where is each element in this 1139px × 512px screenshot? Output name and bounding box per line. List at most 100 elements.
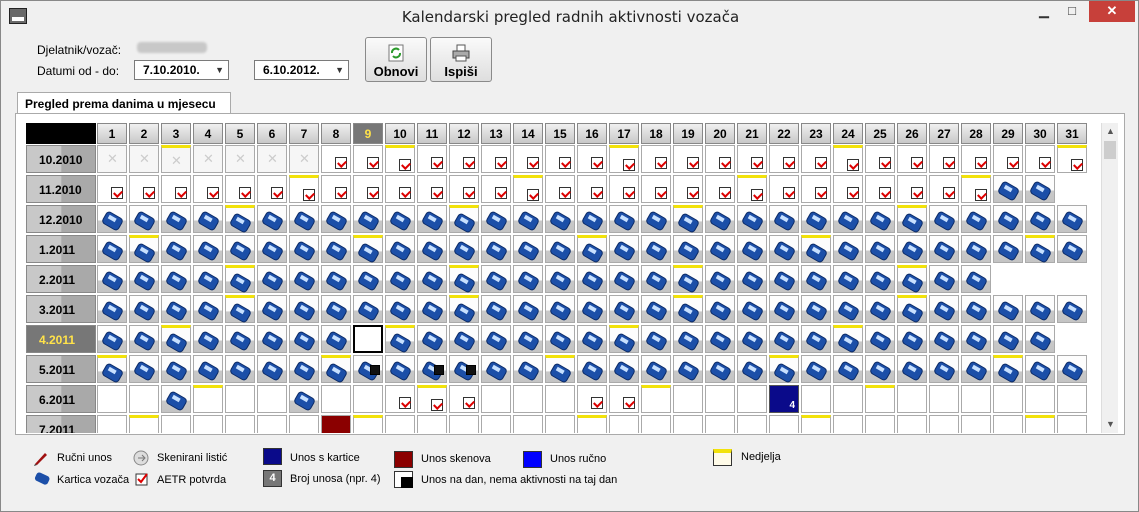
day-cell[interactable] <box>705 415 735 433</box>
day-cell[interactable] <box>897 325 927 353</box>
day-cell[interactable] <box>481 295 511 323</box>
day-cell[interactable] <box>641 415 671 433</box>
day-cell[interactable] <box>513 175 543 203</box>
day-cell[interactable] <box>929 385 959 413</box>
day-cell[interactable] <box>865 415 895 433</box>
day-cell[interactable] <box>545 145 575 173</box>
day-cell[interactable] <box>801 355 831 383</box>
day-cell[interactable] <box>705 295 735 323</box>
day-cell[interactable] <box>673 325 703 353</box>
day-cell[interactable] <box>961 145 991 173</box>
day-cell[interactable] <box>577 415 607 433</box>
day-cell[interactable] <box>897 145 927 173</box>
day-cell[interactable] <box>897 295 927 324</box>
day-cell[interactable] <box>833 265 863 293</box>
day-cell[interactable] <box>97 325 127 353</box>
day-cell[interactable] <box>1025 325 1055 353</box>
day-cell[interactable] <box>865 355 895 383</box>
day-cell[interactable] <box>385 415 415 433</box>
date-from-select[interactable]: 7.10.2010. ▼ <box>134 60 229 80</box>
day-cell[interactable] <box>673 265 703 294</box>
day-cell[interactable] <box>513 295 543 323</box>
day-cell[interactable] <box>257 145 287 173</box>
day-cell[interactable] <box>225 415 255 433</box>
day-cell[interactable] <box>993 325 1023 353</box>
day-cell[interactable] <box>705 175 735 203</box>
day-cell[interactable] <box>705 385 735 413</box>
day-cell[interactable] <box>225 205 255 234</box>
scroll-thumb[interactable] <box>1104 141 1116 159</box>
day-cell[interactable] <box>641 175 671 203</box>
day-cell[interactable] <box>897 175 927 203</box>
month-header[interactable]: 11.2010 <box>26 175 96 203</box>
day-cell[interactable] <box>97 355 127 384</box>
day-cell[interactable] <box>769 355 799 384</box>
day-cell[interactable] <box>641 355 671 383</box>
day-cell[interactable] <box>961 295 991 323</box>
day-cell[interactable] <box>961 205 991 233</box>
day-cell[interactable] <box>257 295 287 323</box>
day-cell[interactable] <box>257 205 287 233</box>
day-cell[interactable] <box>993 415 1023 433</box>
day-cell[interactable] <box>865 295 895 323</box>
day-cell[interactable] <box>865 325 895 353</box>
day-cell[interactable] <box>161 325 191 354</box>
day-cell[interactable] <box>417 235 447 263</box>
day-cell[interactable] <box>993 355 1023 384</box>
day-cell[interactable] <box>609 175 639 203</box>
day-cell[interactable] <box>1025 295 1055 323</box>
day-cell[interactable] <box>801 295 831 323</box>
day-cell[interactable] <box>609 355 639 383</box>
day-cell[interactable] <box>1025 205 1055 233</box>
day-cell[interactable] <box>737 325 767 353</box>
day-cell[interactable] <box>769 295 799 323</box>
day-cell[interactable] <box>801 175 831 203</box>
minimize-button[interactable]: ▁ <box>1031 1 1057 22</box>
day-cell[interactable] <box>385 175 415 203</box>
day-cell[interactable] <box>833 205 863 233</box>
day-cell[interactable] <box>289 355 319 383</box>
day-cell[interactable] <box>833 145 863 173</box>
day-cell[interactable] <box>193 175 223 203</box>
day-cell[interactable] <box>929 235 959 263</box>
day-cell[interactable] <box>897 205 927 234</box>
day-cell[interactable] <box>641 265 671 293</box>
month-header[interactable]: 1.2011 <box>26 235 96 263</box>
day-cell[interactable] <box>897 385 927 413</box>
day-cell[interactable] <box>161 415 191 433</box>
day-cell[interactable] <box>193 355 223 383</box>
day-cell[interactable] <box>897 235 927 263</box>
day-cell[interactable] <box>193 295 223 323</box>
day-cell[interactable] <box>225 265 255 294</box>
day-cell[interactable] <box>449 325 479 353</box>
day-cell[interactable] <box>417 355 447 383</box>
day-cell[interactable] <box>769 415 799 433</box>
day-cell[interactable] <box>673 295 703 324</box>
month-header[interactable]: 7.2011 <box>26 415 96 433</box>
day-cell[interactable] <box>193 235 223 263</box>
day-cell[interactable] <box>1025 355 1055 383</box>
day-cell[interactable] <box>705 235 735 263</box>
day-cell[interactable] <box>1057 385 1087 413</box>
day-cell[interactable] <box>673 355 703 383</box>
day-cell[interactable] <box>769 175 799 203</box>
day-cell[interactable] <box>353 265 383 293</box>
day-cell[interactable] <box>257 415 287 433</box>
day-cell[interactable] <box>449 175 479 203</box>
day-cell[interactable] <box>417 325 447 353</box>
day-cell[interactable] <box>961 355 991 383</box>
scroll-down-icon[interactable]: ▼ <box>1102 416 1119 433</box>
day-cell[interactable] <box>929 205 959 233</box>
day-cell[interactable] <box>417 145 447 173</box>
day-cell[interactable] <box>289 235 319 263</box>
day-cell[interactable] <box>417 295 447 323</box>
day-cell[interactable] <box>705 265 735 293</box>
day-cell[interactable] <box>161 295 191 323</box>
day-cell[interactable] <box>577 265 607 293</box>
day-cell[interactable] <box>417 265 447 293</box>
day-cell[interactable] <box>705 325 735 353</box>
day-cell[interactable] <box>449 415 479 433</box>
tab-days-in-month[interactable]: Pregled prema danima u mjesecu <box>17 92 231 114</box>
day-cell[interactable] <box>929 415 959 433</box>
day-cell[interactable] <box>1025 175 1055 203</box>
